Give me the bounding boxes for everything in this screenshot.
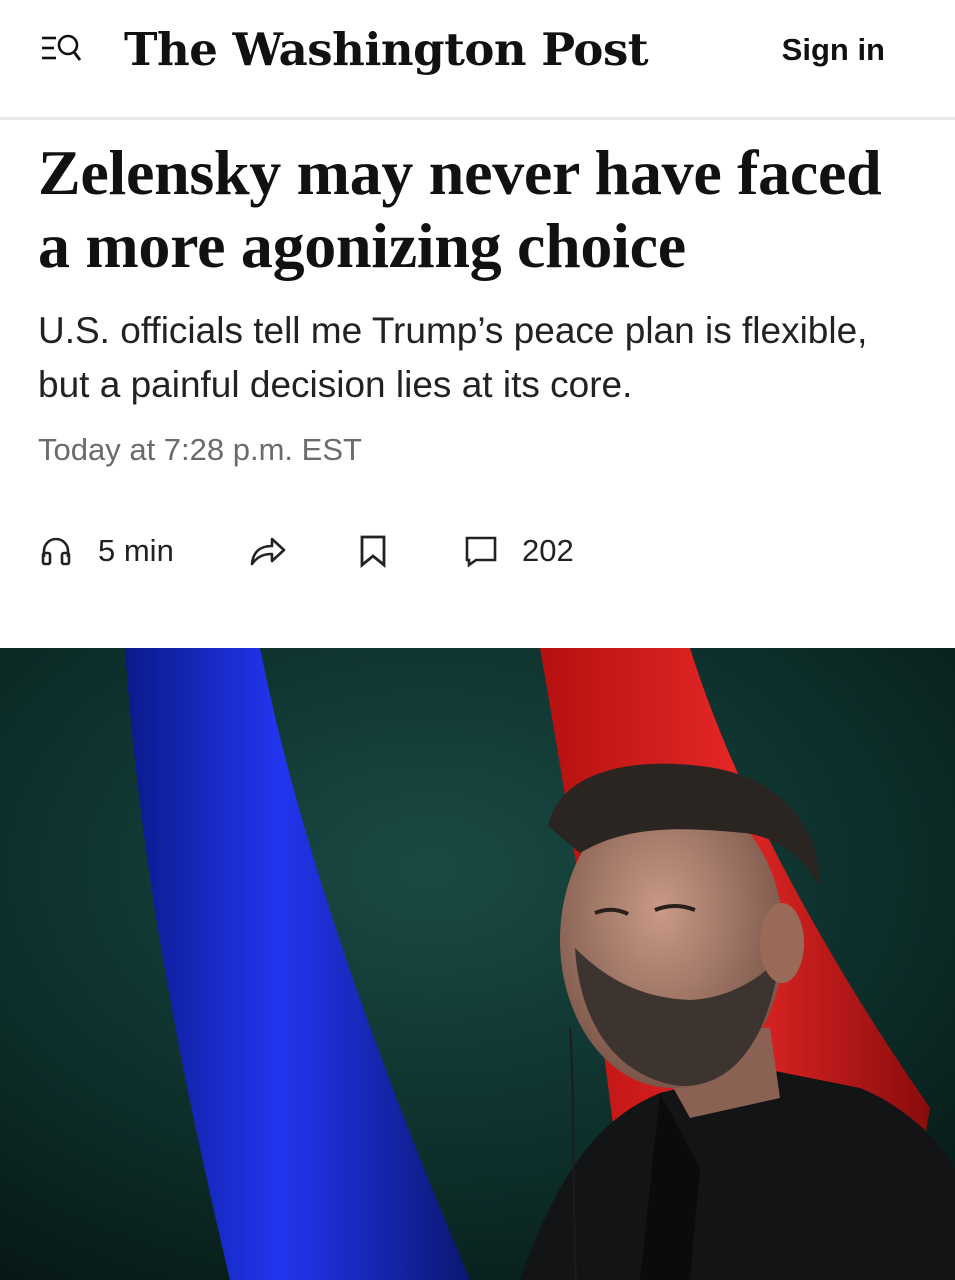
comment-bubble-icon <box>464 533 498 569</box>
listen-duration: 5 min <box>98 533 174 568</box>
bookmark-icon <box>358 533 388 569</box>
article-subheadline: U.S. officials tell me Trump’s peace pla… <box>38 310 868 405</box>
listen-button[interactable]: 5 min <box>38 526 174 576</box>
headphones-icon <box>38 533 74 569</box>
comments-count: 202 <box>522 533 574 568</box>
menu-search-icon[interactable] <box>40 30 84 70</box>
share-button[interactable] <box>248 526 288 576</box>
sign-in-button[interactable]: Sign in <box>782 30 885 70</box>
share-arrow-icon <box>248 533 288 569</box>
comments-button[interactable]: 202 <box>464 526 574 576</box>
top-navigation-bar: The Washington Post Sign in <box>0 0 955 120</box>
save-button[interactable] <box>358 526 388 576</box>
article-timestamp: Today at 7:28 p.m. EST <box>38 432 362 467</box>
site-logo[interactable]: The Washington Post <box>124 16 649 84</box>
article-lead-photo[interactable] <box>0 648 955 1280</box>
article-headline: Zelensky may never have faced a more ago… <box>38 137 882 281</box>
article-action-bar: 5 min 202 <box>38 526 638 576</box>
